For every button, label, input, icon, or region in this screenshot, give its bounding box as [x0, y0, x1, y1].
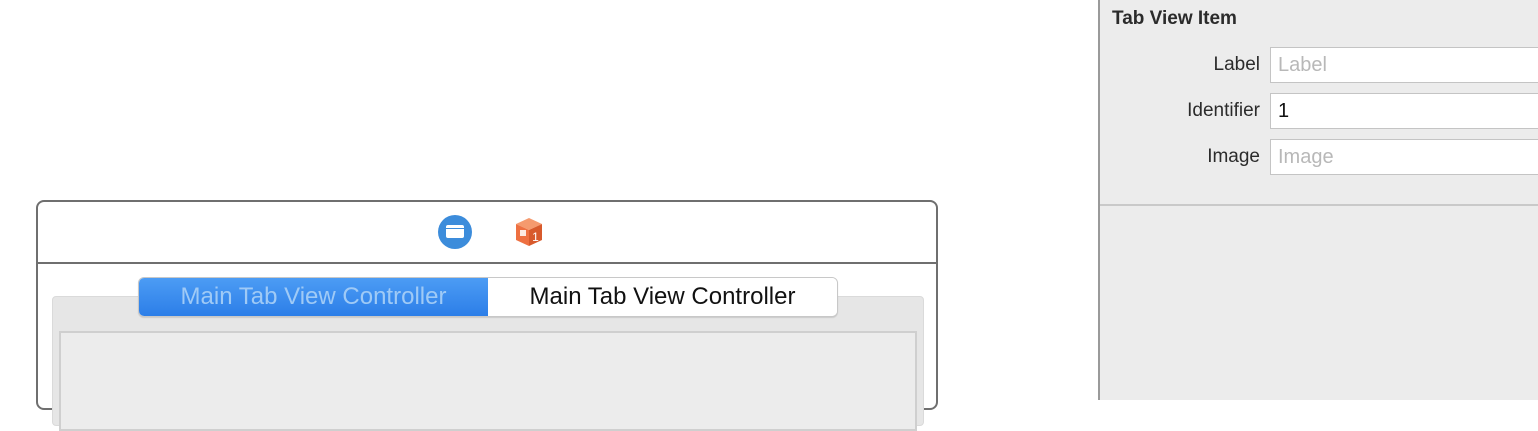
window-glyph-icon [446, 225, 464, 238]
image-field-label: Image [1207, 146, 1260, 167]
tab-content-area[interactable] [59, 331, 917, 431]
tab-item-cube-icon[interactable]: 1 [513, 216, 545, 248]
inspector-divider [1100, 204, 1538, 206]
tab-segment-selected[interactable]: Main Tab View Controller [139, 278, 488, 316]
identifier-input[interactable] [1270, 93, 1538, 129]
attributes-inspector: Tab View Item Label Identifier Image [1098, 0, 1538, 400]
view-controller-icon[interactable] [438, 215, 472, 249]
label-field-label: Label [1213, 54, 1261, 75]
label-input[interactable] [1270, 47, 1538, 83]
identifier-field-label: Identifier [1187, 100, 1260, 121]
tab-segment-label: Main Tab View Controller [529, 283, 796, 310]
image-input[interactable] [1270, 139, 1538, 175]
scene-dock: 1 [38, 202, 936, 264]
cube-badge-number: 1 [532, 230, 539, 244]
storyboard-canvas[interactable]: 1 Main Tab View Controller Main Tab View… [0, 0, 1098, 431]
tab-view-controller-scene[interactable]: 1 Main Tab View Controller Main Tab View… [36, 200, 938, 431]
inspector-section-title: Tab View Item [1112, 8, 1237, 29]
tab-segmented-control[interactable]: Main Tab View Controller Main Tab View C… [138, 277, 838, 317]
tab-segment[interactable]: Main Tab View Controller [488, 278, 837, 316]
tab-segment-label: Main Tab View Controller [180, 283, 447, 310]
